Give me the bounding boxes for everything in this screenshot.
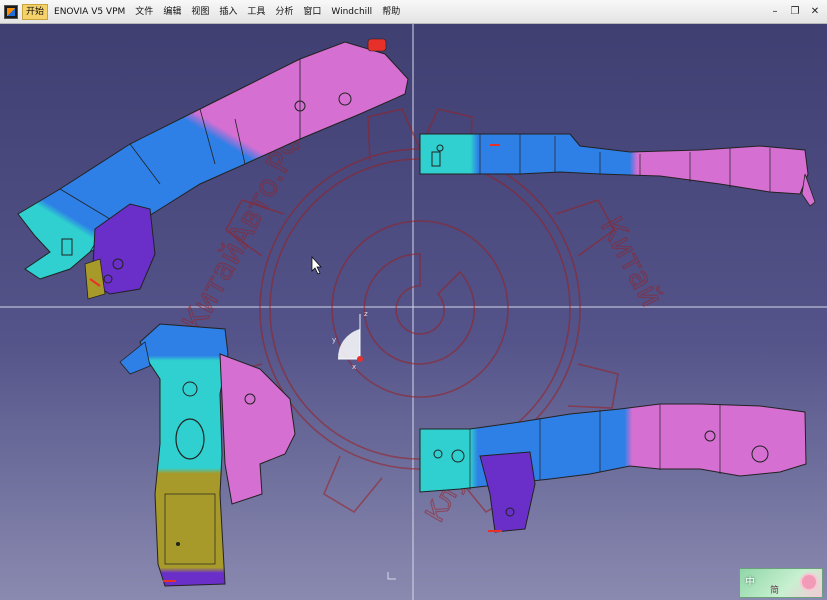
ime-script-label[interactable]: 简 <box>770 583 779 596</box>
restore-icon[interactable]: ❐ <box>789 6 801 18</box>
ime-widget[interactable]: 中 简 <box>739 568 823 598</box>
menu-bar: 开始 ENOVIA V5 VPM 文件 编辑 视图 插入 工具 分析 窗口 Wi… <box>0 0 827 24</box>
menu-window[interactable]: 窗口 <box>299 4 325 20</box>
view-divider-lines <box>0 24 827 600</box>
ime-mode-label[interactable]: 中 <box>745 573 755 588</box>
viewport-scene: КитайАвто.РФ Китай Клуб z y x <box>0 24 827 600</box>
window-controls: – ❐ ✕ <box>769 6 821 18</box>
menu-help[interactable]: 帮助 <box>378 4 404 20</box>
3d-viewport[interactable]: КитайАвто.РФ Китай Клуб z y x 中 简 <box>0 24 827 600</box>
compass-axis-z-label: z <box>364 310 368 318</box>
flower-icon <box>802 575 816 589</box>
compass-axis-x-label: x <box>352 363 356 371</box>
menu-view[interactable]: 视图 <box>187 4 213 20</box>
menu-edit[interactable]: 编辑 <box>159 4 185 20</box>
menu-start[interactable]: 开始 <box>22 3 49 20</box>
catia-app-icon[interactable] <box>4 4 18 19</box>
close-icon[interactable]: ✕ <box>809 6 821 18</box>
menu-insert[interactable]: 插入 <box>215 4 241 20</box>
axis-corner-mark <box>387 572 396 580</box>
menu-windchill[interactable]: Windchill <box>327 4 376 20</box>
mouse-cursor-icon <box>311 256 322 275</box>
menu-analysis[interactable]: 分析 <box>271 4 297 20</box>
menu-tools[interactable]: 工具 <box>243 4 269 20</box>
minimize-icon[interactable]: – <box>769 6 781 18</box>
menu-enovia-vpm[interactable]: ENOVIA V5 VPM <box>50 4 129 20</box>
compass-axis-y-label: y <box>332 336 336 344</box>
part-rail-top-view[interactable] <box>419 133 816 207</box>
menu-file[interactable]: 文件 <box>131 4 157 20</box>
part-rail-side-view[interactable] <box>419 403 807 533</box>
watermark-arc-right: Китай <box>593 211 669 312</box>
